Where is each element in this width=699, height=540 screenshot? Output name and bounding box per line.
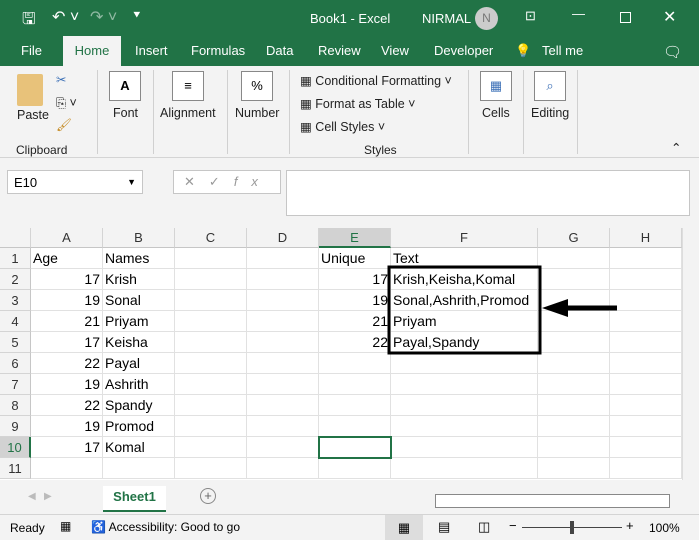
save-icon[interactable]: 🖫 bbox=[22, 8, 36, 35]
minimize-button[interactable]: — bbox=[572, 6, 585, 21]
zoom-level[interactable]: 100% bbox=[649, 521, 680, 535]
add-sheet-icon[interactable]: + bbox=[200, 488, 216, 504]
avatar[interactable]: N bbox=[475, 7, 498, 30]
annotation-layer bbox=[387, 265, 617, 355]
undo-icon[interactable]: ↶ ˅ bbox=[52, 7, 79, 27]
cell-styles-button[interactable]: ▦ Cell Styles ˅ bbox=[300, 119, 385, 134]
tab-file[interactable]: File bbox=[21, 43, 42, 58]
maximize-button[interactable] bbox=[620, 12, 631, 23]
tab-view[interactable]: View bbox=[381, 43, 409, 58]
sheet-tab-sheet1[interactable]: Sheet1 bbox=[103, 486, 166, 512]
clipboard-group-label: Clipboard bbox=[16, 143, 68, 157]
redo-icon[interactable]: ↷ ˅ bbox=[90, 7, 117, 27]
horizontal-scrollbar[interactable] bbox=[435, 494, 670, 508]
normal-view-icon[interactable]: ▦ bbox=[385, 515, 423, 540]
alignment-button[interactable]: Alignment bbox=[160, 106, 216, 120]
macro-icon[interactable]: ▦ bbox=[60, 519, 71, 533]
conditional-formatting-button[interactable]: ▦ Conditional Formatting ˅ bbox=[300, 73, 452, 88]
cancel-icon[interactable]: ✕ bbox=[184, 174, 209, 189]
alignment-icon[interactable]: ≡ bbox=[172, 71, 204, 101]
styles-group-label: Styles bbox=[364, 143, 397, 157]
page-layout-icon[interactable]: ▤ bbox=[438, 519, 450, 535]
tab-review[interactable]: Review bbox=[318, 43, 361, 58]
tell-me-search[interactable]: Tell me bbox=[542, 43, 583, 58]
customize-qat-icon[interactable]: ⯆ bbox=[132, 8, 142, 23]
title-bar: 🖫 ↶ ˅ ↷ ˅ ⯆ Book1 - Excel NIRMAL N ⊡ — ✕ bbox=[0, 0, 699, 36]
close-button[interactable]: ✕ bbox=[663, 7, 676, 27]
status-ready: Ready bbox=[10, 521, 45, 535]
ribbon-tabs: File Home Insert Formulas Data Review Vi… bbox=[0, 36, 699, 66]
accessibility-status[interactable]: ♿ Accessibility: Good to go bbox=[91, 520, 240, 534]
paste-icon[interactable] bbox=[17, 74, 43, 106]
tab-data[interactable]: Data bbox=[266, 43, 293, 58]
arrow-left-icon bbox=[542, 299, 568, 317]
number-icon[interactable]: % bbox=[241, 71, 273, 101]
highlight-box bbox=[387, 265, 542, 355]
ribbon-display-icon[interactable]: ⊡ bbox=[525, 8, 536, 24]
user-name: NIRMAL bbox=[422, 11, 472, 26]
status-bar: Ready ▦ ♿ Accessibility: Good to go ▦ ▤ … bbox=[0, 514, 699, 540]
zoom-out-button[interactable]: − bbox=[509, 518, 517, 533]
enter-icon[interactable]: ✓ bbox=[209, 174, 234, 189]
paste-button[interactable]: Paste bbox=[17, 108, 49, 122]
sheet-tab-bar: ◀ ▶ Sheet1 + bbox=[0, 480, 699, 514]
lightbulb-icon: 💡 bbox=[515, 43, 532, 58]
name-box[interactable]: E10 ▼ bbox=[7, 170, 143, 194]
font-icon[interactable]: A bbox=[109, 71, 141, 101]
formula-bar-area: E10 ▼ ✕✓fx bbox=[0, 158, 699, 228]
conditional-formatting-label: Conditional Formatting bbox=[315, 74, 442, 88]
ribbon: Paste ✂ ⎘ ˅ 🖌 Clipboard A Font ≡ Alignme… bbox=[0, 66, 699, 158]
editing-icon[interactable]: ⌕ bbox=[534, 71, 566, 101]
format-as-table-label: Format as Table bbox=[315, 97, 405, 111]
cells-button[interactable]: Cells bbox=[482, 106, 510, 120]
font-button[interactable]: Font bbox=[113, 106, 138, 120]
cells-icon[interactable]: ▦ bbox=[480, 71, 512, 101]
editing-button[interactable]: Editing bbox=[531, 106, 569, 120]
tab-insert[interactable]: Insert bbox=[135, 43, 168, 58]
tab-developer[interactable]: Developer bbox=[434, 43, 493, 58]
copy-icon[interactable]: ⎘ ˅ bbox=[56, 96, 77, 111]
zoom-slider-thumb[interactable] bbox=[570, 521, 574, 534]
cell-styles-label: Cell Styles bbox=[315, 120, 375, 134]
formula-buttons: ✕✓fx bbox=[173, 170, 281, 194]
vertical-scrollbar[interactable] bbox=[682, 228, 699, 480]
page-break-icon[interactable]: ◫ bbox=[478, 519, 490, 535]
accessibility-label: Accessibility: Good to go bbox=[108, 520, 241, 534]
format-as-table-button[interactable]: ▦ Format as Table ˅ bbox=[300, 96, 415, 111]
tab-home[interactable]: Home bbox=[63, 36, 121, 66]
collapse-ribbon-icon[interactable]: ⌃ bbox=[671, 140, 681, 155]
cut-icon[interactable]: ✂ bbox=[56, 72, 66, 87]
comments-icon[interactable]: 🗨 bbox=[663, 43, 682, 61]
window-title: Book1 - Excel bbox=[310, 11, 391, 26]
number-button[interactable]: Number bbox=[235, 106, 279, 120]
name-box-value: E10 bbox=[14, 175, 38, 190]
zoom-in-button[interactable]: + bbox=[626, 518, 634, 533]
insert-function-icon[interactable]: fx bbox=[234, 174, 272, 189]
sheet-nav-arrows[interactable]: ◀ ▶ bbox=[28, 491, 52, 502]
chevron-down-icon[interactable]: ▼ bbox=[127, 177, 136, 187]
tab-formulas[interactable]: Formulas bbox=[191, 43, 245, 58]
formula-input[interactable] bbox=[286, 170, 690, 216]
format-painter-icon[interactable]: 🖌 bbox=[56, 118, 72, 133]
